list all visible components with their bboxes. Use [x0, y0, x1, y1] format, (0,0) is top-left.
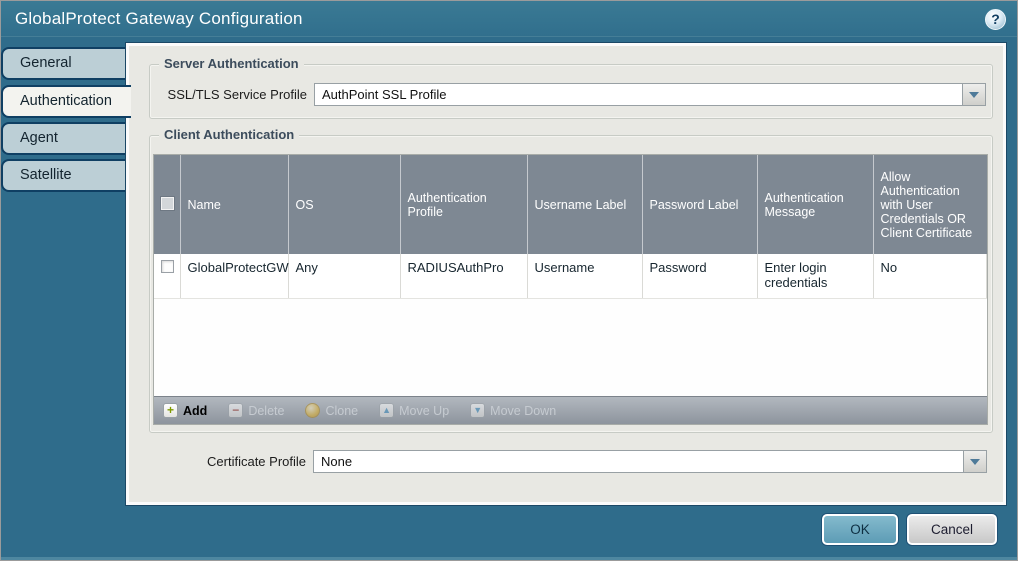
titlebar: GlobalProtect Gateway Configuration: [1, 1, 1017, 37]
column-header-password-label[interactable]: Password Label: [642, 155, 757, 254]
add-button[interactable]: Add: [163, 403, 207, 418]
table-row[interactable]: GlobalProtectGW Any RADIUSAuthPro Userna…: [154, 254, 987, 298]
client-auth-grid: Name OS Authentication Profile Username …: [153, 154, 988, 425]
sidebar-item-agent[interactable]: Agent: [1, 122, 127, 155]
column-header-allow-authentication[interactable]: Allow Authentication with User Credentia…: [873, 155, 987, 254]
sidebar-item-satellite[interactable]: Satellite: [1, 159, 127, 192]
cell-name[interactable]: GlobalProtectGW: [180, 254, 288, 298]
certificate-profile-label: Certificate Profile: [149, 454, 313, 469]
move-up-button[interactable]: Move Up: [379, 403, 449, 418]
delete-button[interactable]: Delete: [228, 403, 284, 418]
client-auth-table: Name OS Authentication Profile Username …: [154, 155, 987, 299]
cell-authentication-message[interactable]: Enter login credentials: [757, 254, 873, 298]
server-authentication-fieldset: Server Authentication SSL/TLS Service Pr…: [149, 64, 993, 119]
arrow-down-icon: [470, 403, 485, 418]
cell-os[interactable]: Any: [288, 254, 400, 298]
minus-icon: [228, 403, 243, 418]
ssl-tls-service-profile-value[interactable]: AuthPoint SSL Profile: [315, 84, 962, 105]
cell-password-label[interactable]: Password: [642, 254, 757, 298]
column-header-authentication-message[interactable]: Authentication Message: [757, 155, 873, 254]
ssl-tls-service-profile-dropdown[interactable]: AuthPoint SSL Profile: [314, 83, 986, 106]
empty-rows-area: [154, 299, 987, 397]
content-panel: Server Authentication SSL/TLS Service Pr…: [126, 43, 1006, 505]
cell-authentication-profile[interactable]: RADIUSAuthPro: [400, 254, 527, 298]
table-header-row: Name OS Authentication Profile Username …: [154, 155, 987, 254]
column-header-authentication-profile[interactable]: Authentication Profile: [400, 155, 527, 254]
column-header-username-label[interactable]: Username Label: [527, 155, 642, 254]
cancel-button[interactable]: Cancel: [907, 514, 997, 545]
client-authentication-fieldset: Client Authentication Name OS Authentica…: [149, 135, 993, 433]
certificate-profile-value[interactable]: None: [314, 451, 963, 472]
row-checkbox[interactable]: [161, 260, 174, 273]
server-authentication-legend: Server Authentication: [159, 56, 304, 71]
clone-icon: [305, 403, 320, 418]
column-header-os[interactable]: OS: [288, 155, 400, 254]
sidebar-item-general[interactable]: General: [1, 47, 127, 80]
chevron-down-icon[interactable]: [963, 451, 986, 472]
select-all-checkbox[interactable]: [161, 197, 174, 210]
page-title: GlobalProtect Gateway Configuration: [1, 1, 1017, 36]
client-authentication-legend: Client Authentication: [159, 127, 299, 142]
cell-username-label[interactable]: Username: [527, 254, 642, 298]
globalprotect-gateway-dialog: GlobalProtect Gateway Configuration ? Ge…: [0, 0, 1018, 561]
grid-toolbar: Add Delete Clone Move Up: [154, 396, 987, 424]
ssl-tls-service-profile-label: SSL/TLS Service Profile: [150, 87, 314, 102]
clone-button[interactable]: Clone: [305, 403, 358, 418]
plus-icon: [163, 403, 178, 418]
arrow-up-icon: [379, 403, 394, 418]
sidebar-item-authentication[interactable]: Authentication: [1, 85, 131, 118]
certificate-profile-dropdown[interactable]: None: [313, 450, 987, 473]
column-header-name[interactable]: Name: [180, 155, 288, 254]
ok-button[interactable]: OK: [822, 514, 898, 545]
cell-allow-authentication[interactable]: No: [873, 254, 987, 298]
chevron-down-icon[interactable]: [962, 84, 985, 105]
move-down-button[interactable]: Move Down: [470, 403, 556, 418]
help-icon[interactable]: ?: [985, 9, 1006, 30]
